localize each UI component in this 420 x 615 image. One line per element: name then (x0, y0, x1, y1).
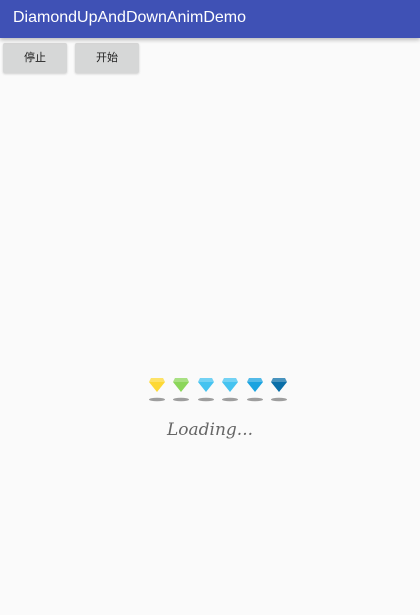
diamond-icon (197, 378, 214, 402)
diamond-shadow (271, 397, 287, 402)
diamond-loader (148, 376, 292, 404)
diamond-shadow (222, 397, 239, 402)
stop-button[interactable]: 停止 (3, 43, 67, 73)
diamond-icon (149, 378, 165, 402)
app-bar: DiamondUpAndDownAnimDemo (0, 0, 420, 38)
diamond-shadow (197, 397, 214, 402)
start-button[interactable]: 开始 (75, 43, 139, 73)
diamond-icon (173, 378, 190, 402)
loading-text: Loading... (166, 420, 254, 440)
diamond-icon (271, 378, 287, 402)
app-title: DiamondUpAndDownAnimDemo (13, 9, 246, 26)
diamond-shadow (246, 397, 263, 402)
diamond-icon (222, 378, 239, 402)
diamond-shadow (173, 397, 190, 402)
diamond-icon (246, 378, 263, 402)
diamond-shadow (149, 397, 165, 402)
